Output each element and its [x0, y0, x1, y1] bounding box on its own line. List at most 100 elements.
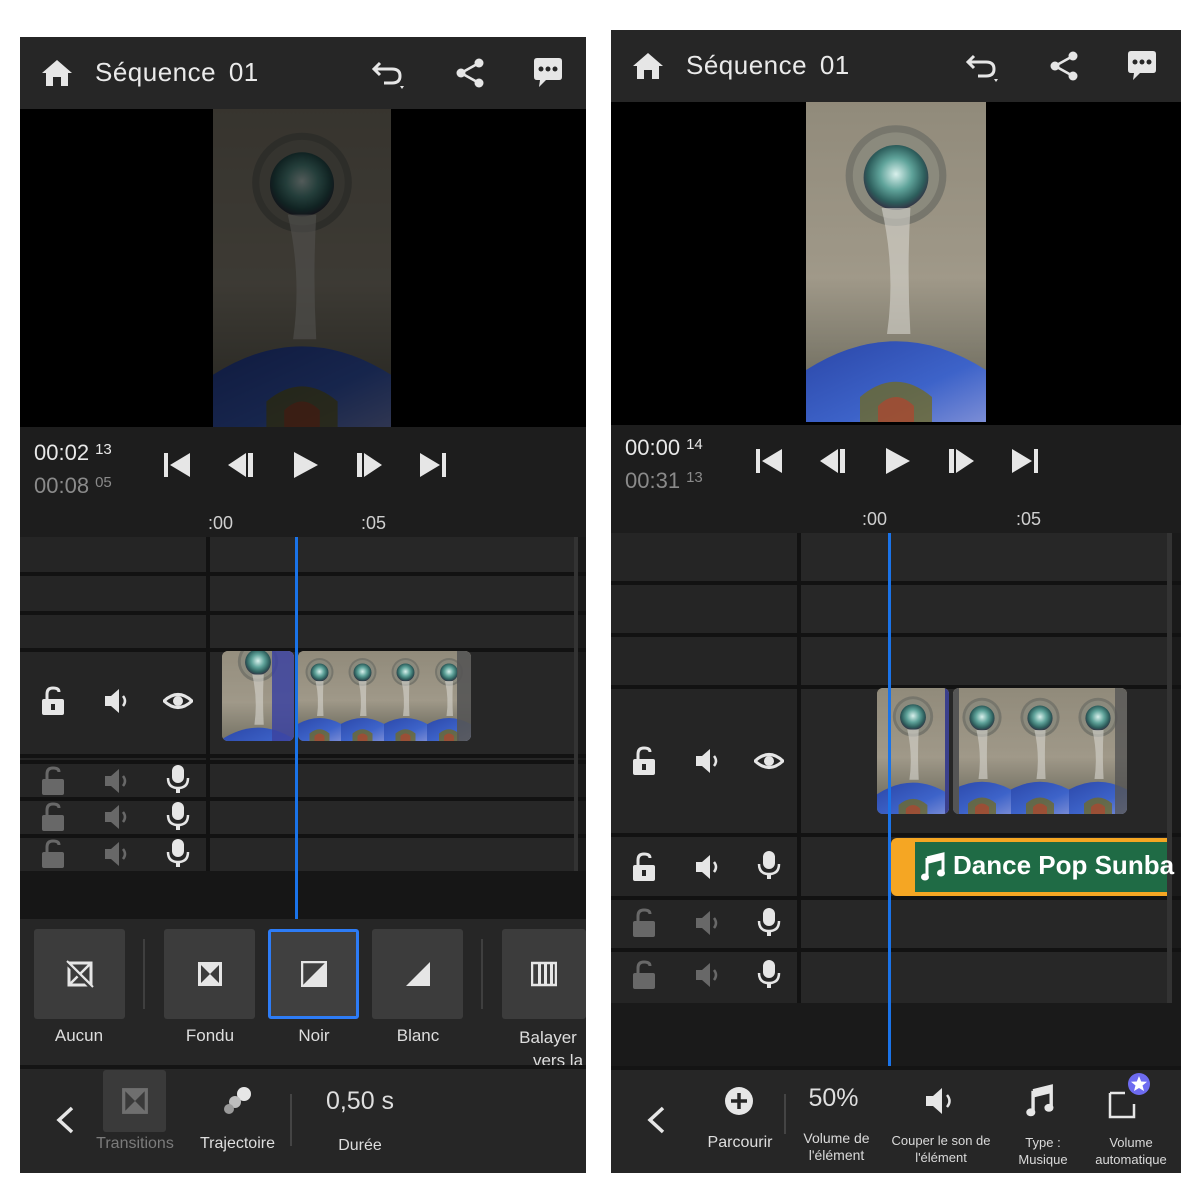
home-icon[interactable] — [40, 57, 74, 89]
skip-to-start-icon[interactable] — [737, 443, 801, 479]
step-forward-icon[interactable] — [929, 443, 993, 479]
audio-lock-icon[interactable] — [629, 959, 659, 991]
ruler-mark-5: :05 — [361, 513, 387, 533]
audio-speaker-icon[interactable] — [102, 838, 132, 870]
skip-to-end-icon[interactable] — [993, 443, 1057, 479]
time-ruler[interactable]: :00 :05 — [20, 509, 586, 537]
audio-lock-icon[interactable] — [38, 838, 68, 870]
fade-icon — [197, 962, 222, 986]
premium-star-icon — [1128, 1073, 1150, 1095]
transition-wipe-button[interactable] — [502, 929, 586, 1019]
clip-volume-label: Volume de l'élément — [803, 1130, 870, 1163]
speaker-mute-icon[interactable] — [923, 1086, 959, 1116]
transition-black-button[interactable] — [268, 929, 359, 1019]
audio-lock-icon[interactable] — [629, 907, 659, 939]
total-timecode: 00:08 05 — [34, 473, 112, 498]
playback-bar: 00:02 13 00:08 05 :00 :05 — [20, 427, 586, 537]
skip-to-start-icon[interactable] — [145, 447, 209, 483]
microphone-icon[interactable] — [754, 958, 784, 990]
playhead[interactable] — [295, 537, 298, 919]
microphone-icon[interactable] — [163, 763, 193, 795]
audio-lock-icon[interactable] — [629, 851, 659, 883]
home-icon[interactable] — [631, 50, 665, 82]
share-icon[interactable] — [452, 55, 488, 91]
bottom-toolbar: Transitions Trajectoire 0,50 s Durée — [20, 1069, 586, 1173]
microphone-icon[interactable] — [754, 906, 784, 938]
preview-frame — [213, 109, 391, 427]
music-type-icon[interactable] — [1025, 1084, 1057, 1118]
skip-to-end-icon[interactable] — [401, 447, 465, 483]
timeline-tracks[interactable] — [20, 537, 586, 919]
trajectory-icon[interactable] — [220, 1085, 254, 1117]
video-clip-1[interactable] — [222, 651, 294, 741]
bottom-toolbar: Parcourir 50% Volume de l'élément Couper… — [611, 1070, 1181, 1173]
transition-fade-button[interactable] — [164, 929, 255, 1019]
transport-controls — [145, 447, 465, 483]
video-preview[interactable] — [611, 102, 1181, 425]
audio-speaker-icon[interactable] — [693, 907, 723, 939]
current-timecode: 00:02 13 — [34, 440, 112, 465]
lock-icon[interactable] — [629, 745, 659, 777]
back-chevron-icon[interactable] — [54, 1105, 76, 1135]
microphone-icon[interactable] — [754, 849, 784, 881]
eye-icon[interactable] — [754, 745, 784, 777]
playhead[interactable] — [888, 533, 891, 1066]
transport-controls — [737, 443, 1057, 479]
play-icon[interactable] — [273, 447, 337, 483]
audio-speaker-icon[interactable] — [102, 765, 132, 797]
clip-volume-value[interactable]: 50% — [786, 1084, 881, 1113]
duration-value[interactable]: 0,50 s — [310, 1087, 410, 1116]
white-dip-icon — [405, 962, 430, 986]
step-back-icon[interactable] — [209, 447, 273, 483]
total-timecode: 00:31 13 — [625, 468, 703, 493]
top-bar: Séquence 01 — [611, 30, 1181, 102]
video-clip-2[interactable] — [953, 688, 1127, 814]
transitions-tool-label: Transitions — [96, 1135, 174, 1152]
back-chevron-icon[interactable] — [645, 1105, 667, 1135]
play-icon[interactable] — [865, 443, 929, 479]
lock-icon[interactable] — [38, 685, 68, 717]
timeline-tracks[interactable]: Dance Pop Sunba — [611, 533, 1181, 1066]
speaker-icon[interactable] — [693, 745, 723, 777]
video-preview[interactable] — [20, 109, 586, 445]
undo-icon[interactable] — [370, 55, 406, 91]
ruler-mark-0: :00 — [208, 513, 234, 533]
ruler-mark-0: :00 — [862, 509, 888, 529]
black-dip-icon — [300, 961, 327, 987]
no-transition-icon — [65, 960, 94, 988]
auto-volume-button[interactable] — [1107, 1073, 1151, 1120]
microphone-icon[interactable] — [163, 837, 193, 869]
transition-white-label: Blanc — [396, 1026, 440, 1045]
ruler-mark-5: :05 — [1016, 509, 1042, 529]
sequence-title: Séquence 01 — [95, 57, 259, 87]
auto-volume-label: Volume automatique — [1095, 1135, 1167, 1167]
transitions-tool-button[interactable] — [103, 1070, 166, 1132]
current-timecode: 00:00 14 — [625, 435, 703, 460]
video-clip-2[interactable] — [298, 651, 471, 741]
mute-clip-label: Couper le son de l'élément — [891, 1133, 991, 1165]
audio-lock-icon[interactable] — [38, 801, 68, 833]
audio-speaker-icon[interactable] — [693, 851, 723, 883]
type-music-label: Type : Musique — [1018, 1135, 1068, 1167]
eye-icon[interactable] — [163, 685, 193, 717]
feedback-icon[interactable] — [1124, 48, 1160, 84]
sequence-title: Séquence 01 — [686, 50, 850, 80]
time-ruler[interactable]: :00 :05 — [611, 505, 1181, 533]
preview-frame — [806, 102, 986, 422]
speaker-icon[interactable] — [102, 685, 132, 717]
step-forward-icon[interactable] — [337, 447, 401, 483]
music-clip[interactable]: Dance Pop Sunba — [891, 838, 1174, 896]
audio-lock-icon[interactable] — [38, 765, 68, 797]
undo-icon[interactable] — [964, 48, 1000, 84]
transition-fade-label: Fondu — [185, 1026, 235, 1045]
step-back-icon[interactable] — [801, 443, 865, 479]
audio-speaker-icon[interactable] — [693, 959, 723, 991]
transition-none-button[interactable] — [34, 929, 125, 1019]
microphone-icon[interactable] — [163, 800, 193, 832]
feedback-icon[interactable] — [530, 55, 566, 91]
music-note-icon — [921, 852, 945, 881]
transition-white-button[interactable] — [372, 929, 463, 1019]
add-circle-icon[interactable] — [724, 1086, 754, 1116]
share-icon[interactable] — [1046, 48, 1082, 84]
audio-speaker-icon[interactable] — [102, 801, 132, 833]
